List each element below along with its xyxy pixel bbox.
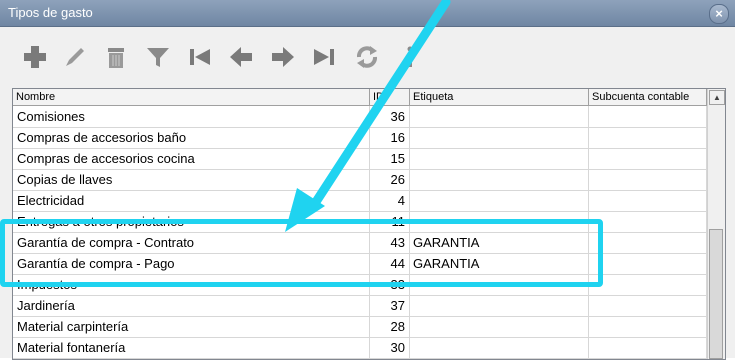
tipos-de-gasto-window: Tipos de gasto × Nombre ID Etiqueta Subc… — [0, 0, 735, 360]
annotation-arrow — [285, 0, 451, 232]
